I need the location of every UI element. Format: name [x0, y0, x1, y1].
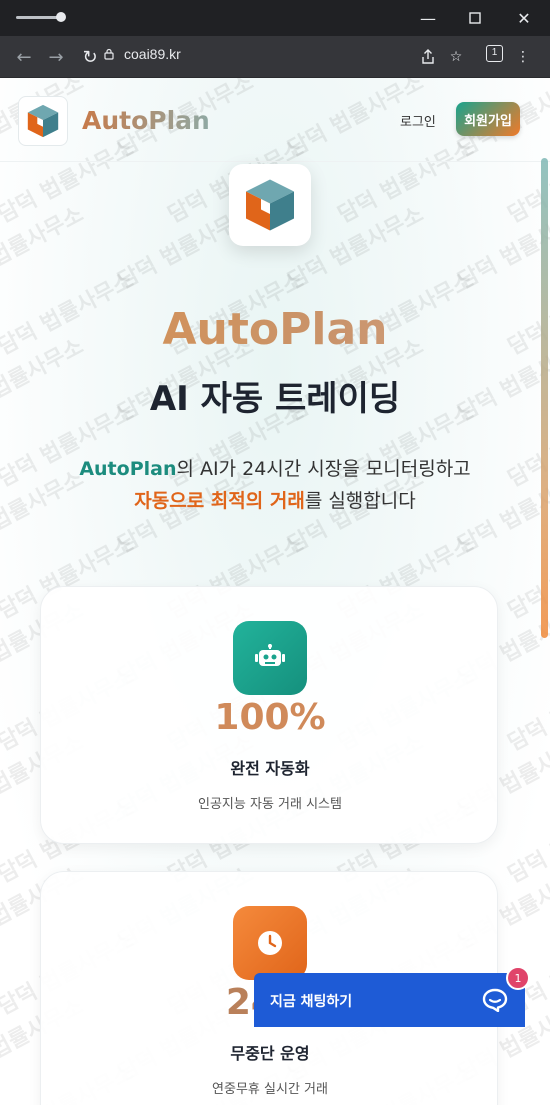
- slider-knob[interactable]: [56, 12, 66, 22]
- desc-highlight-trade: 자동으로 최적의 거래: [134, 490, 305, 512]
- browser-address-bar: ← → ↻ coai89.kr ☆ ⋮: [0, 36, 550, 78]
- chat-label: 지금 채팅하기: [270, 994, 353, 1010]
- card-subtitle: 인공지능 자동 거래 시스템: [198, 797, 342, 812]
- chat-widget-button[interactable]: 지금 채팅하기: [254, 973, 525, 1027]
- reload-icon[interactable]: ↻: [78, 45, 102, 69]
- watermark-text: 담덕 법률사무소: [501, 1055, 550, 1105]
- hero-description: AutoPlan의 AI가 24시간 시장을 모니터링하고 자동으로 최적의 거…: [0, 453, 550, 517]
- chat-notification-badge: 1: [506, 966, 530, 990]
- hero-title: AI 자동 트레이딩: [149, 379, 401, 419]
- cube-logo-icon: [27, 104, 59, 138]
- feature-card-automation: 100% 완전 자동화 인공지능 자동 거래 시스템: [40, 586, 498, 844]
- clock-icon: [233, 906, 307, 980]
- hero-logo: [229, 164, 311, 246]
- share-icon[interactable]: [416, 45, 440, 69]
- minimize-icon[interactable]: —: [415, 6, 441, 30]
- watermark-text: 담덕 법률사무소: [454, 202, 550, 295]
- lock-icon: [104, 48, 114, 60]
- slider-track[interactable]: [16, 16, 60, 19]
- page-scrollbar[interactable]: [541, 158, 548, 638]
- hero-brand: AutoPlan: [0, 304, 550, 355]
- page-viewport: 담덕 법률사무소담덕 법률사무소담덕 법률사무소담덕 법률사무소담덕 법률사무소…: [0, 78, 550, 1105]
- watermark-text: 담덕 법률사무소: [504, 664, 550, 757]
- url-text[interactable]: coai89.kr: [124, 46, 181, 62]
- bookmark-star-icon[interactable]: ☆: [444, 45, 468, 69]
- robot-icon: [233, 621, 307, 695]
- browser-titlebar: — ✕: [0, 0, 550, 36]
- forward-icon[interactable]: →: [44, 45, 68, 69]
- desc-line2: 를 실행합니다: [304, 490, 416, 512]
- cube-logo-icon: [246, 179, 294, 231]
- back-icon[interactable]: ←: [12, 45, 36, 69]
- site-header: AutoPlan 로그인 회원가입: [0, 78, 550, 162]
- maximize-icon[interactable]: [462, 6, 488, 30]
- header-brand[interactable]: AutoPlan: [82, 106, 210, 135]
- card-label: 무중단 운영: [230, 1044, 310, 1063]
- chat-bubble-icon: [482, 988, 508, 1012]
- logo[interactable]: [18, 96, 68, 146]
- signup-button[interactable]: 회원가입: [456, 102, 520, 136]
- card-subtitle: 연중무휴 실시간 거래: [212, 1082, 328, 1097]
- watermark-text: 담덕 법률사무소: [504, 796, 550, 889]
- tab-count-badge[interactable]: 1: [486, 45, 503, 62]
- card-label: 완전 자동화: [230, 759, 310, 778]
- card-value: 100%: [214, 697, 326, 738]
- desc-highlight-brand: AutoPlan: [79, 458, 177, 480]
- desc-line1: 의 AI가 24시간 시장을 모니터링하고: [176, 458, 471, 480]
- close-icon[interactable]: ✕: [511, 6, 537, 30]
- watermark-text: 담덕 법률사무소: [0, 202, 88, 294]
- more-menu-icon[interactable]: ⋮: [511, 45, 535, 69]
- login-link[interactable]: 로그인: [400, 111, 436, 130]
